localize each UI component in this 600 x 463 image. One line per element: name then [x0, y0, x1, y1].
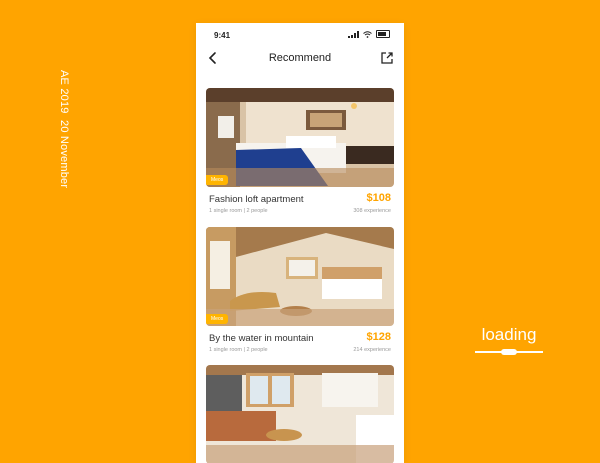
listing-photo[interactable]: [206, 365, 394, 463]
listing-card[interactable]: [206, 365, 394, 463]
listing-photo[interactable]: Meos: [206, 227, 394, 326]
listing-details: 1 single room | 2 people: [209, 347, 268, 353]
status-time: 9:41: [214, 31, 231, 40]
listing-card[interactable]: Meos By the water in mountain 1 single r…: [206, 227, 394, 353]
status-icons: [348, 30, 390, 38]
signal-icon: [348, 30, 359, 38]
loading-knob: [501, 349, 517, 355]
listing-experience: 214 experience: [353, 347, 391, 353]
page-title: Recommend: [268, 52, 332, 64]
listing-price: $108: [366, 192, 391, 204]
listing-card[interactable]: Meos Fashion loft apartment 1 single roo…: [206, 88, 394, 214]
listing-price: $128: [366, 331, 391, 343]
battery-icon: [376, 30, 390, 38]
date-caption: AE 2019 20 November: [58, 70, 70, 188]
listing-title[interactable]: Fashion loft apartment: [209, 194, 304, 205]
listing-tag: Meos: [206, 314, 229, 324]
status-bar: 9:41: [196, 23, 404, 45]
listing-details: 1 single room | 2 people: [209, 208, 268, 214]
phone-screen: 9:41 Recommend Meos Fashion loft apartme…: [196, 23, 404, 463]
listing-photo[interactable]: Meos: [206, 88, 394, 187]
nav-bar: Recommend: [196, 45, 404, 73]
wifi-icon: [363, 30, 372, 38]
listing-experience: 308 experience: [353, 208, 391, 214]
share-icon[interactable]: [380, 51, 394, 65]
listing-title[interactable]: By the water in mountain: [209, 333, 314, 344]
event-label: AE 2019: [58, 70, 70, 114]
date-label: 20 November: [58, 119, 70, 188]
loading-label: loading: [481, 325, 537, 344]
listing-tag: Meos: [206, 175, 229, 185]
loading-bar: [475, 349, 543, 355]
